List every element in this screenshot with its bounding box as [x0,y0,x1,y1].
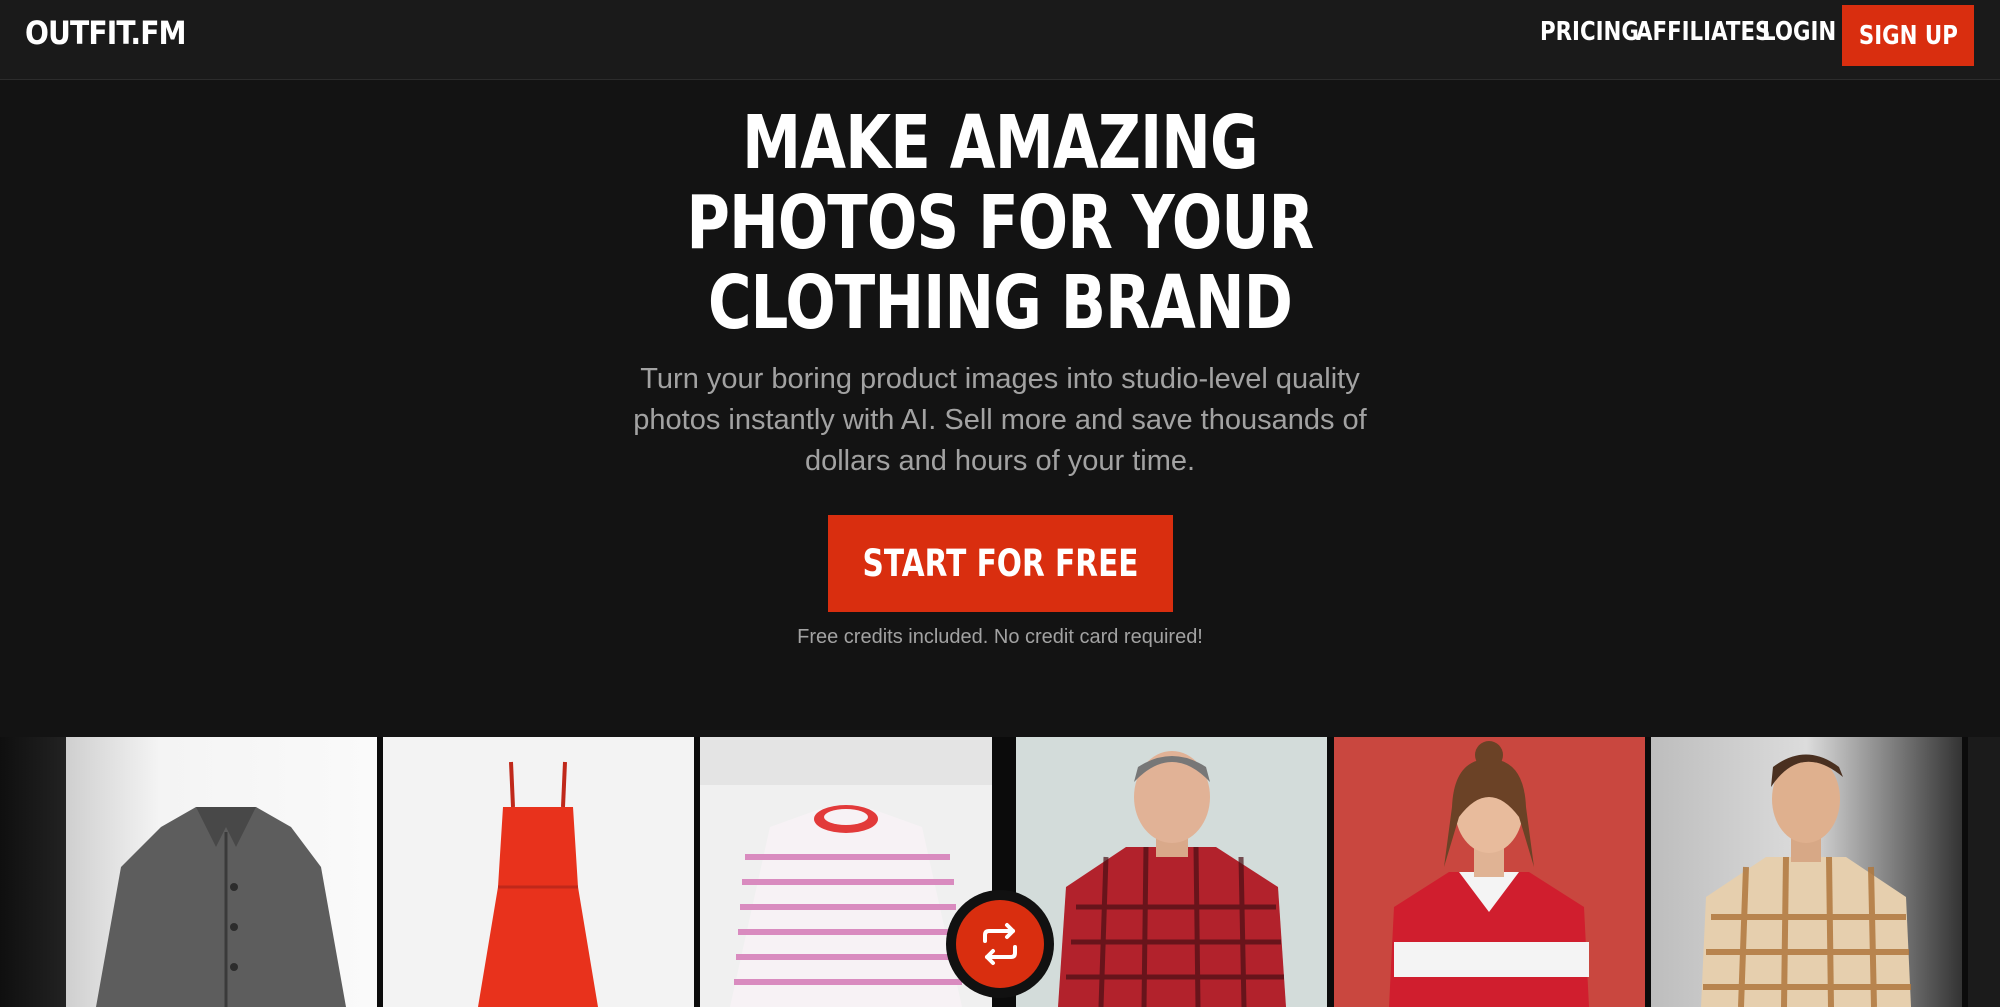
gallery-edge-right [1968,737,2000,1007]
start-for-free-button[interactable]: START FOR FREE [828,515,1173,612]
swap-before-after-button[interactable] [946,890,1054,998]
before-photo-striped-tee [700,737,992,1007]
after-photo-man-tan-plaid [1651,737,1962,1007]
nav-affiliates-link[interactable]: AFFILIATES [1636,17,1770,47]
hero-subtitle: Turn your boring product images into stu… [633,363,1367,477]
free-credits-note: Free credits included. No credit card re… [797,626,1203,648]
after-photo-woman-polo [1334,737,1645,1007]
after-photo-man-red-plaid [1016,737,1327,1007]
nav-pricing-link[interactable]: PRICING [1540,17,1639,47]
headline-line-2: PHOTOS FOR YOUR [686,180,1315,266]
before-photo-dress [383,737,694,1007]
brand-logo[interactable]: OUTFIT.FM [25,14,187,52]
nav-login-link[interactable]: LOGIN [1762,17,1836,47]
cta-label: START FOR FREE [862,542,1139,585]
top-navbar: OUTFIT.FM PRICING AFFILIATES LOGIN SIGN … [0,0,2000,80]
before-photo-jacket [66,737,377,1007]
signup-button[interactable]: SIGN UP [1842,5,1974,66]
hero-headline: MAKE AMAZING PHOTOS FOR YOUR CLOTHING BR… [600,103,1400,343]
headline-line-3: CLOTHING BRAND [707,260,1293,346]
gallery-edge-left [0,737,66,1007]
signup-label: SIGN UP [1858,20,1958,51]
swap-arrows-icon [956,900,1044,988]
headline-line-1: MAKE AMAZING [742,100,1258,186]
